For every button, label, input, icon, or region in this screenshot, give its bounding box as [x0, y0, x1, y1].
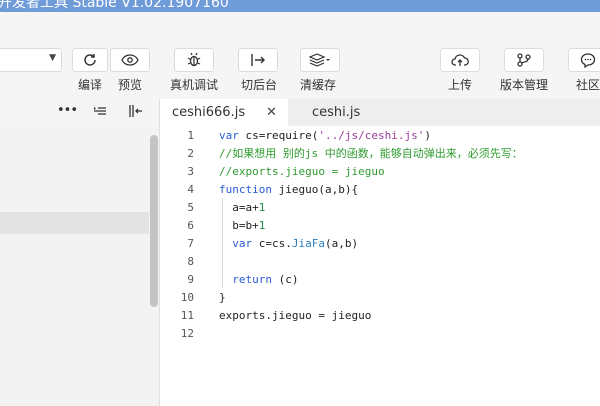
refresh-icon: [82, 52, 98, 68]
window-title: 开发者工具 Stable V1.02.1907160: [0, 0, 229, 11]
code-token: c=cs.: [258, 237, 292, 250]
tab-ceshi666[interactable]: ceshi666.js ✕: [160, 99, 288, 126]
version-control-button[interactable]: [504, 48, 544, 72]
line-number: 5: [187, 201, 194, 214]
upload-label: 上传: [448, 78, 473, 92]
line-number: 10: [180, 291, 194, 304]
caret-down-icon: ▼: [49, 53, 56, 63]
switch-background-button[interactable]: [238, 48, 278, 72]
code-token: jieguo(a,b){: [278, 183, 359, 196]
code-token: ): [424, 129, 431, 142]
code-line: function jieguo(a,b){: [219, 181, 358, 199]
code-token: return: [232, 273, 279, 286]
switch-background-label: 切后台: [241, 78, 278, 92]
line-number: 2: [187, 147, 194, 160]
selected-tree-row[interactable]: [0, 212, 149, 234]
layers-icon: [309, 52, 331, 68]
code-token: var: [232, 237, 259, 250]
collapse-icon[interactable]: [93, 105, 107, 117]
compile-button[interactable]: [72, 48, 108, 72]
close-icon[interactable]: ✕: [266, 99, 277, 126]
mode-select[interactable]: ▼: [0, 48, 62, 72]
code-token: '../js/ceshi.js': [318, 129, 425, 142]
eye-icon: [121, 53, 139, 67]
code-token: }: [219, 291, 226, 304]
code-token: (c): [278, 273, 299, 286]
code-line: a=a+1: [219, 199, 265, 217]
version-control-label: 版本管理: [500, 78, 549, 92]
code-editor[interactable]: 1 2 3 4 5 6 7 8 9 10 11 12 var cs=require('../js/ce…: [160, 126, 600, 406]
code-line: }: [219, 289, 226, 307]
more-icon[interactable]: •••: [57, 103, 78, 118]
sidebar-scrollbar[interactable]: [150, 135, 158, 307]
code-token: cs=require(: [245, 129, 319, 142]
code-token: b=b+: [219, 219, 259, 232]
file-explorer: •••: [0, 99, 160, 406]
clear-cache-button[interactable]: [300, 48, 340, 72]
remote-debug-button[interactable]: [174, 48, 214, 72]
line-number: 9: [187, 273, 194, 286]
code-line: var c=cs.JiaFa(a,b): [219, 235, 358, 253]
code-token: function: [219, 183, 279, 196]
code-token: (a,b): [325, 237, 359, 250]
code-line: var cs=require('../js/ceshi.js'): [219, 127, 431, 145]
tab-ceshi[interactable]: ceshi.js: [288, 99, 400, 126]
code-token: exports.jieguo = jieguo: [219, 309, 372, 322]
line-number: 3: [187, 165, 194, 178]
line-number: 1: [187, 129, 194, 142]
title-bar: 开发者工具 Stable V1.02.1907160: [0, 0, 600, 12]
code-line: //如果想用 别的js 中的函数，能够自动弹出来，必须先写：: [219, 145, 523, 163]
line-number: 8: [187, 255, 194, 268]
code-line: return (c): [219, 271, 298, 289]
clear-cache-label: 清缓存: [300, 78, 337, 92]
code-token: var: [219, 129, 246, 142]
explorer-header: •••: [0, 99, 159, 126]
line-number: 12: [180, 327, 194, 340]
code-token: a=a+: [219, 201, 259, 214]
line-number: 11: [180, 309, 194, 322]
switch-background-icon: [250, 52, 266, 68]
split-icon[interactable]: [128, 104, 144, 118]
cloud-upload-icon: [451, 53, 469, 67]
code-token: JiaFa: [291, 237, 325, 250]
remote-debug-label: 真机调试: [170, 78, 219, 92]
code-token: 1: [258, 201, 266, 214]
code-line: exports.jieguo = jieguo: [219, 307, 371, 325]
code-line: b=b+1: [219, 217, 265, 235]
preview-label: 预览: [118, 78, 143, 92]
tab-label: ceshi666.js: [172, 105, 246, 120]
bug-icon: [186, 52, 202, 68]
code-line: //exports.jieguo = jieguo: [219, 163, 385, 181]
tab-label: ceshi.js: [312, 105, 361, 120]
line-number: 4: [187, 183, 194, 196]
community-label: 社区: [576, 78, 600, 92]
chat-icon: [580, 52, 596, 68]
code-token: 1: [258, 219, 266, 232]
toolbar: ▼ 编译 预览 真机调试 切后台 清缓存 上传 版本管理 社区: [0, 12, 600, 99]
community-button[interactable]: [568, 48, 600, 72]
code-token: //exports.jieguo = jieguo: [219, 165, 385, 178]
preview-button[interactable]: [110, 48, 150, 72]
editor-tabs: ceshi666.js ✕ ceshi.js: [160, 99, 600, 126]
line-number: 7: [187, 237, 194, 250]
compile-label: 编译: [78, 78, 103, 92]
upload-button[interactable]: [440, 48, 480, 72]
code-token: //如果想用 别的js 中的函数，能够自动弹出来，必须先写：: [219, 147, 523, 160]
branch-icon: [516, 52, 532, 68]
line-number: 6: [187, 219, 194, 232]
